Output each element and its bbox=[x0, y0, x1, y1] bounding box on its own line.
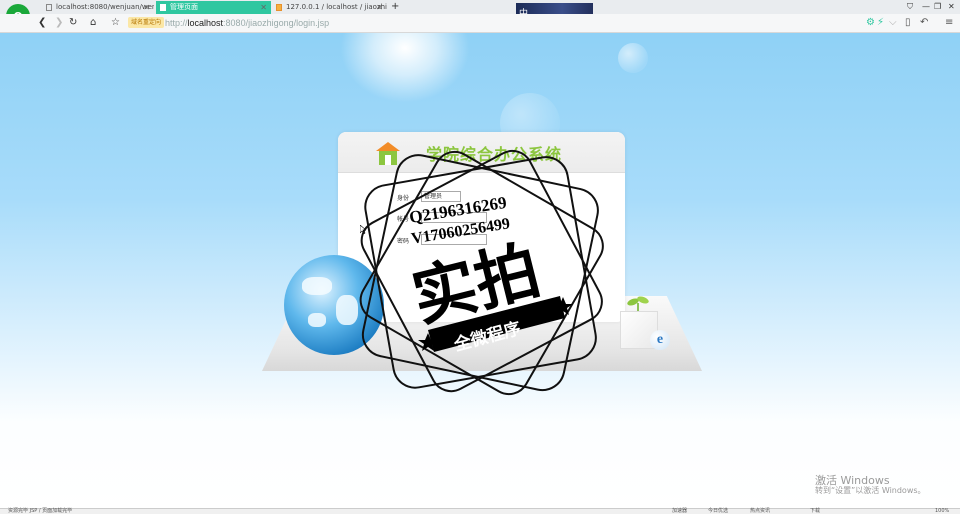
url-prefix: http:// bbox=[165, 18, 188, 28]
status-item-download[interactable]: 下载 bbox=[810, 509, 820, 514]
url-path: :8080/jiaozhigong/login.jsp bbox=[223, 18, 330, 28]
reading-mode-icon[interactable]: ▯ bbox=[905, 17, 911, 29]
back-icon[interactable]: ❮ bbox=[38, 17, 46, 29]
menu-icon[interactable]: ≡ bbox=[945, 17, 953, 29]
close-icon[interactable]: ✕ bbox=[376, 1, 383, 14]
home-icon[interactable]: ⌂ bbox=[90, 17, 96, 29]
password-input[interactable] bbox=[421, 234, 487, 245]
close-icon[interactable]: ✕ bbox=[143, 1, 150, 14]
security-badge[interactable]: 域名重定向 bbox=[128, 17, 165, 28]
lightning-icon[interactable]: ⚡ bbox=[877, 17, 884, 29]
extension-icon[interactable]: ⚙ bbox=[866, 17, 875, 29]
account-label: 帐号 bbox=[397, 216, 410, 223]
status-text: 资源完毕 JSP / 页面加载完毕 bbox=[8, 508, 73, 514]
identity-label: 身份 bbox=[397, 195, 410, 202]
undo-icon[interactable]: ↶ bbox=[920, 17, 928, 29]
url-host: localhost bbox=[187, 18, 224, 28]
status-bar: 资源完毕 JSP / 页面加载完毕 加速器 今日优选 热点资讯 下载 100% bbox=[0, 508, 960, 514]
address-bar: ❮ ❯ ↻ ⌂ ☆ 域名重定向 http://localhost:8080/ji… bbox=[0, 14, 960, 33]
chevron-down-icon[interactable]: ⌵ bbox=[889, 17, 897, 29]
close-window-icon[interactable]: ✕ bbox=[948, 2, 955, 11]
sun-glow bbox=[340, 33, 470, 103]
zoom-level[interactable]: 100% bbox=[935, 509, 949, 514]
status-item-accelerator[interactable]: 加速器 bbox=[672, 509, 687, 514]
close-icon[interactable]: ✕ bbox=[260, 1, 267, 14]
login-page: 学院综合办公系统 身份 管理员 帐号 密码 e bbox=[0, 33, 960, 508]
shirt-icon[interactable]: ⛉ bbox=[907, 2, 913, 12]
system-title: 学院综合办公系统 bbox=[426, 145, 563, 164]
url-input[interactable]: http://localhost:8080/jiaozhigong/login.… bbox=[165, 17, 329, 29]
tab-label: localhost:8080/wenjuan/wenj bbox=[56, 3, 154, 11]
house-logo-icon bbox=[376, 142, 400, 165]
maximize-icon[interactable]: ❐ bbox=[934, 2, 941, 11]
new-tab-button[interactable]: + bbox=[391, 0, 399, 13]
page-icon bbox=[160, 4, 166, 11]
tab-label: 管理页面 bbox=[170, 3, 198, 11]
tab-label: 127.0.0.1 / localhost / jiaozhi bbox=[286, 3, 387, 11]
minimize-icon[interactable]: — bbox=[922, 2, 930, 11]
mouse-cursor-icon bbox=[360, 225, 366, 234]
password-label: 密码 bbox=[397, 238, 410, 245]
light-bubble bbox=[618, 43, 648, 73]
star-icon[interactable]: ☆ bbox=[111, 17, 120, 29]
status-item-news[interactable]: 热点资讯 bbox=[750, 509, 770, 514]
tab-wenjuan[interactable]: localhost:8080/wenjuan/wenj ✕ bbox=[42, 1, 154, 14]
account-input[interactable] bbox=[421, 212, 487, 223]
tab-bar: localhost:8080/wenjuan/wenj ✕ 管理页面 ✕ 127… bbox=[0, 0, 960, 14]
activation-hint: 转到“设置”以激活 Windows。 bbox=[815, 486, 926, 495]
ie-ball-icon: e bbox=[650, 330, 670, 350]
status-item-picks[interactable]: 今日优选 bbox=[708, 509, 728, 514]
tab-phpmyadmin[interactable]: 127.0.0.1 / localhost / jiaozhi ✕ bbox=[272, 1, 387, 14]
tab-admin-page[interactable]: 管理页面 ✕ bbox=[156, 1, 271, 14]
identity-select[interactable]: 管理员 bbox=[421, 191, 461, 202]
phpmyadmin-icon bbox=[276, 4, 282, 11]
globe-illustration bbox=[284, 255, 384, 355]
forward-icon[interactable]: ❯ bbox=[55, 17, 63, 29]
refresh-icon[interactable]: ↻ bbox=[69, 17, 77, 29]
page-icon bbox=[46, 4, 52, 11]
